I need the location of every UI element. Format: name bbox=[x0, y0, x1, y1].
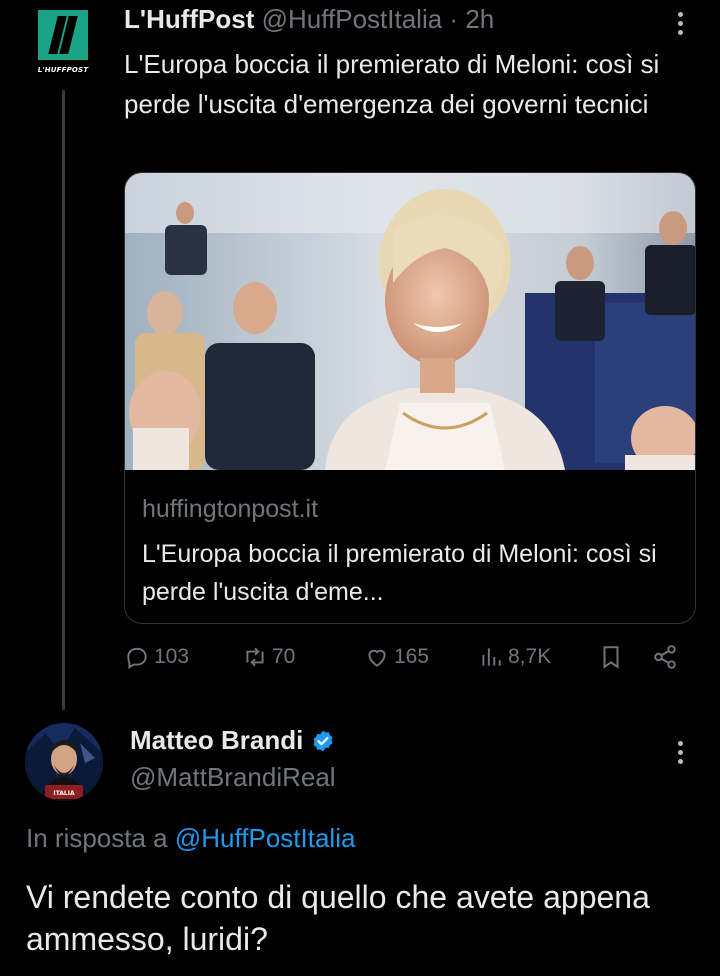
tweet1-text: L'Europa boccia il premierato di Meloni:… bbox=[124, 49, 660, 119]
tweet2-text: Vi rendete conto di quello che avete app… bbox=[26, 879, 650, 957]
huffpost-avatar[interactable]: L'HUFFPOST bbox=[30, 6, 96, 80]
card-title: L'Europa boccia il premierato di Meloni:… bbox=[142, 540, 657, 606]
share-icon bbox=[654, 645, 676, 669]
reply-context: In risposta a @HuffPostItalia bbox=[26, 823, 355, 854]
card-domain: huffingtonpost.it bbox=[142, 495, 319, 523]
like-button[interactable]: 165 bbox=[364, 644, 429, 670]
more-options-icon[interactable] bbox=[670, 8, 690, 38]
tweet1-action-bar: 103 70 165 8,7K bbox=[124, 644, 696, 678]
link-card[interactable]: huffingtonpost.it L'Europa boccia il pre… bbox=[124, 172, 696, 624]
reply-count: 103 bbox=[154, 645, 190, 668]
tweet1-handle[interactable]: @HuffPostItalia bbox=[262, 4, 443, 34]
reply-button[interactable]: 103 bbox=[124, 644, 189, 670]
thread-line bbox=[62, 90, 65, 710]
views-button[interactable]: 8,7K bbox=[478, 644, 551, 670]
retweet-count: 70 bbox=[272, 645, 296, 668]
verified-badge-icon bbox=[313, 730, 333, 751]
tweet2-display-name[interactable]: Matteo Brandi bbox=[130, 725, 303, 756]
tweet1-header: L'HuffPost @HuffPostItalia · 2h bbox=[124, 3, 494, 35]
card-image bbox=[125, 173, 695, 470]
views-count: 8,7K bbox=[508, 645, 552, 668]
share-button[interactable] bbox=[652, 644, 678, 670]
views-icon bbox=[482, 648, 501, 666]
tweet2-display-name-row[interactable]: Matteo Brandi bbox=[130, 725, 335, 756]
bookmark-icon bbox=[603, 646, 619, 669]
reply-icon bbox=[127, 647, 147, 670]
tweet1-time[interactable]: 2h bbox=[465, 4, 494, 34]
bookmark-button[interactable] bbox=[598, 644, 624, 670]
matteo-brandi-avatar[interactable]: ITALIA bbox=[25, 723, 103, 801]
heart-icon bbox=[368, 649, 386, 667]
avatar-image: ITALIA bbox=[25, 723, 103, 801]
retweet-button[interactable]: 70 bbox=[242, 644, 295, 670]
tweet2-handle[interactable]: @MattBrandiReal bbox=[130, 762, 336, 793]
reply-prefix: In risposta a bbox=[26, 823, 168, 853]
avatar-badge-text: ITALIA bbox=[53, 790, 75, 797]
retweet-icon bbox=[246, 647, 264, 667]
tweet1-separator: · bbox=[449, 4, 459, 34]
reply-to-link[interactable]: @HuffPostItalia bbox=[175, 823, 356, 853]
huffpost-logo-text: L'HUFFPOST bbox=[37, 66, 89, 74]
tweet1-display-name[interactable]: L'HuffPost bbox=[124, 4, 254, 34]
more-options-icon[interactable] bbox=[670, 737, 690, 767]
huffpost-logo-icon bbox=[38, 10, 88, 60]
like-count: 165 bbox=[394, 645, 430, 668]
